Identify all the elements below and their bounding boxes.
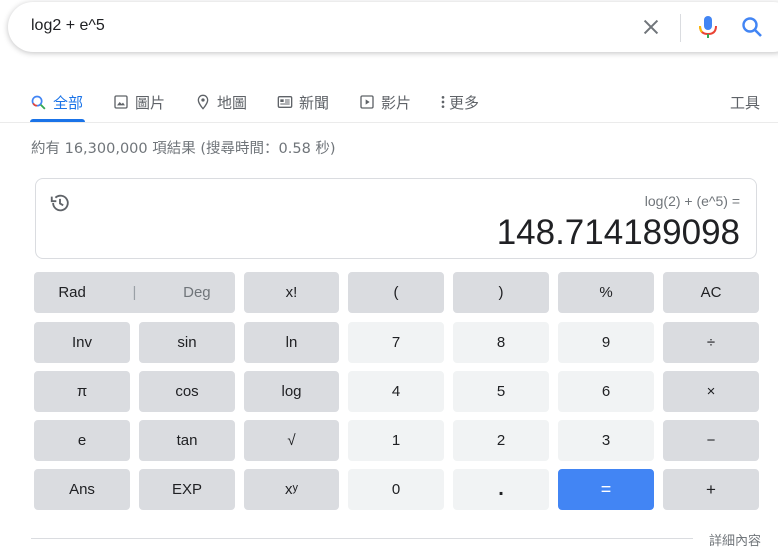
footer-divider — [31, 538, 693, 539]
calculator-result: 148.714189098 — [496, 213, 740, 252]
inverse-button[interactable]: Inv — [34, 322, 130, 363]
sqrt-button[interactable]: √ — [244, 420, 339, 461]
angle-mode-toggle[interactable]: Rad | Deg — [34, 272, 235, 313]
plus-button[interactable]: + — [663, 469, 759, 510]
log-button[interactable]: log — [244, 371, 339, 412]
tab-label: 更多 — [449, 93, 480, 112]
tab-label: 地圖 — [217, 93, 248, 112]
power-exponent: y — [292, 481, 299, 494]
digit-1-button[interactable]: 1 — [348, 420, 444, 461]
decimal-button[interactable]: . — [453, 469, 549, 510]
ln-button[interactable]: ln — [244, 322, 339, 363]
equals-button[interactable]: = — [558, 469, 654, 510]
image-icon — [114, 95, 128, 109]
digit-5-button[interactable]: 5 — [453, 371, 549, 412]
exp-button[interactable]: EXP — [139, 469, 235, 510]
tab-images[interactable]: 圖片 — [113, 84, 165, 120]
digit-9-button[interactable]: 9 — [558, 322, 654, 363]
all-clear-button[interactable]: AC — [663, 272, 759, 313]
tab-more[interactable]: 更多 — [440, 84, 479, 120]
power-button[interactable]: xy — [244, 469, 339, 510]
video-icon — [360, 95, 374, 109]
close-paren-button[interactable]: ) — [453, 272, 549, 313]
clear-icon[interactable] — [640, 16, 662, 38]
tab-videos[interactable]: 影片 — [359, 84, 411, 120]
tan-button[interactable]: tan — [139, 420, 235, 461]
calculator-display: log(2) + (e^5) = 148.714189098 — [35, 178, 757, 259]
search-icon — [31, 95, 46, 110]
tab-news[interactable]: 新聞 — [277, 84, 329, 120]
tab-label: 全部 — [53, 93, 84, 112]
pi-button[interactable]: π — [34, 371, 130, 412]
factorial-button[interactable]: x! — [244, 272, 339, 313]
result-stats: 約有 16,300,000 項結果 (搜尋時間：0.58 秒) — [31, 141, 336, 157]
map-pin-icon — [197, 94, 209, 110]
answer-button[interactable]: Ans — [34, 469, 130, 510]
more-info-link[interactable]: 詳細內容 — [709, 530, 761, 549]
digit-0-button[interactable]: 0 — [348, 469, 444, 510]
sin-button[interactable]: sin — [139, 322, 235, 363]
multiply-button[interactable]: × — [663, 371, 759, 412]
tab-label: 影片 — [381, 93, 412, 112]
digit-6-button[interactable]: 6 — [558, 371, 654, 412]
digit-2-button[interactable]: 2 — [453, 420, 549, 461]
percent-button[interactable]: % — [558, 272, 654, 313]
open-paren-button[interactable]: ( — [348, 272, 444, 313]
calculator-expression: log(2) + (e^5) = — [644, 193, 740, 209]
tab-maps[interactable]: 地圖 — [195, 84, 247, 120]
minus-button[interactable]: − — [663, 420, 759, 461]
digit-7-button[interactable]: 7 — [348, 322, 444, 363]
tab-all[interactable]: 全部 — [30, 84, 83, 120]
power-base: x — [285, 481, 293, 498]
angle-mode-separator: | — [132, 284, 137, 301]
search-icon[interactable] — [740, 15, 764, 39]
digit-8-button[interactable]: 8 — [453, 322, 549, 363]
search-bar: log2 + e^5 — [8, 2, 778, 52]
digit-3-button[interactable]: 3 — [558, 420, 654, 461]
euler-button[interactable]: e — [34, 420, 130, 461]
tab-label: 圖片 — [135, 93, 166, 112]
search-input[interactable]: log2 + e^5 — [31, 17, 105, 35]
deg-button[interactable]: Deg — [183, 284, 211, 301]
tab-label: 新聞 — [299, 93, 330, 112]
tools-button[interactable]: 工具 — [730, 84, 760, 120]
divide-button[interactable]: ÷ — [663, 322, 759, 363]
search-divider — [680, 14, 681, 42]
cos-button[interactable]: cos — [139, 371, 235, 412]
history-icon[interactable] — [49, 192, 71, 214]
tools-label: 工具 — [730, 93, 761, 112]
rad-button[interactable]: Rad — [58, 284, 86, 301]
news-icon — [277, 96, 293, 108]
digit-4-button[interactable]: 4 — [348, 371, 444, 412]
tabs-divider — [0, 122, 778, 123]
search-tabs: 全部 圖片 地圖 新聞 影片 更多 工具 — [0, 84, 778, 124]
more-vert-icon — [441, 96, 445, 108]
microphone-icon[interactable] — [696, 14, 720, 40]
